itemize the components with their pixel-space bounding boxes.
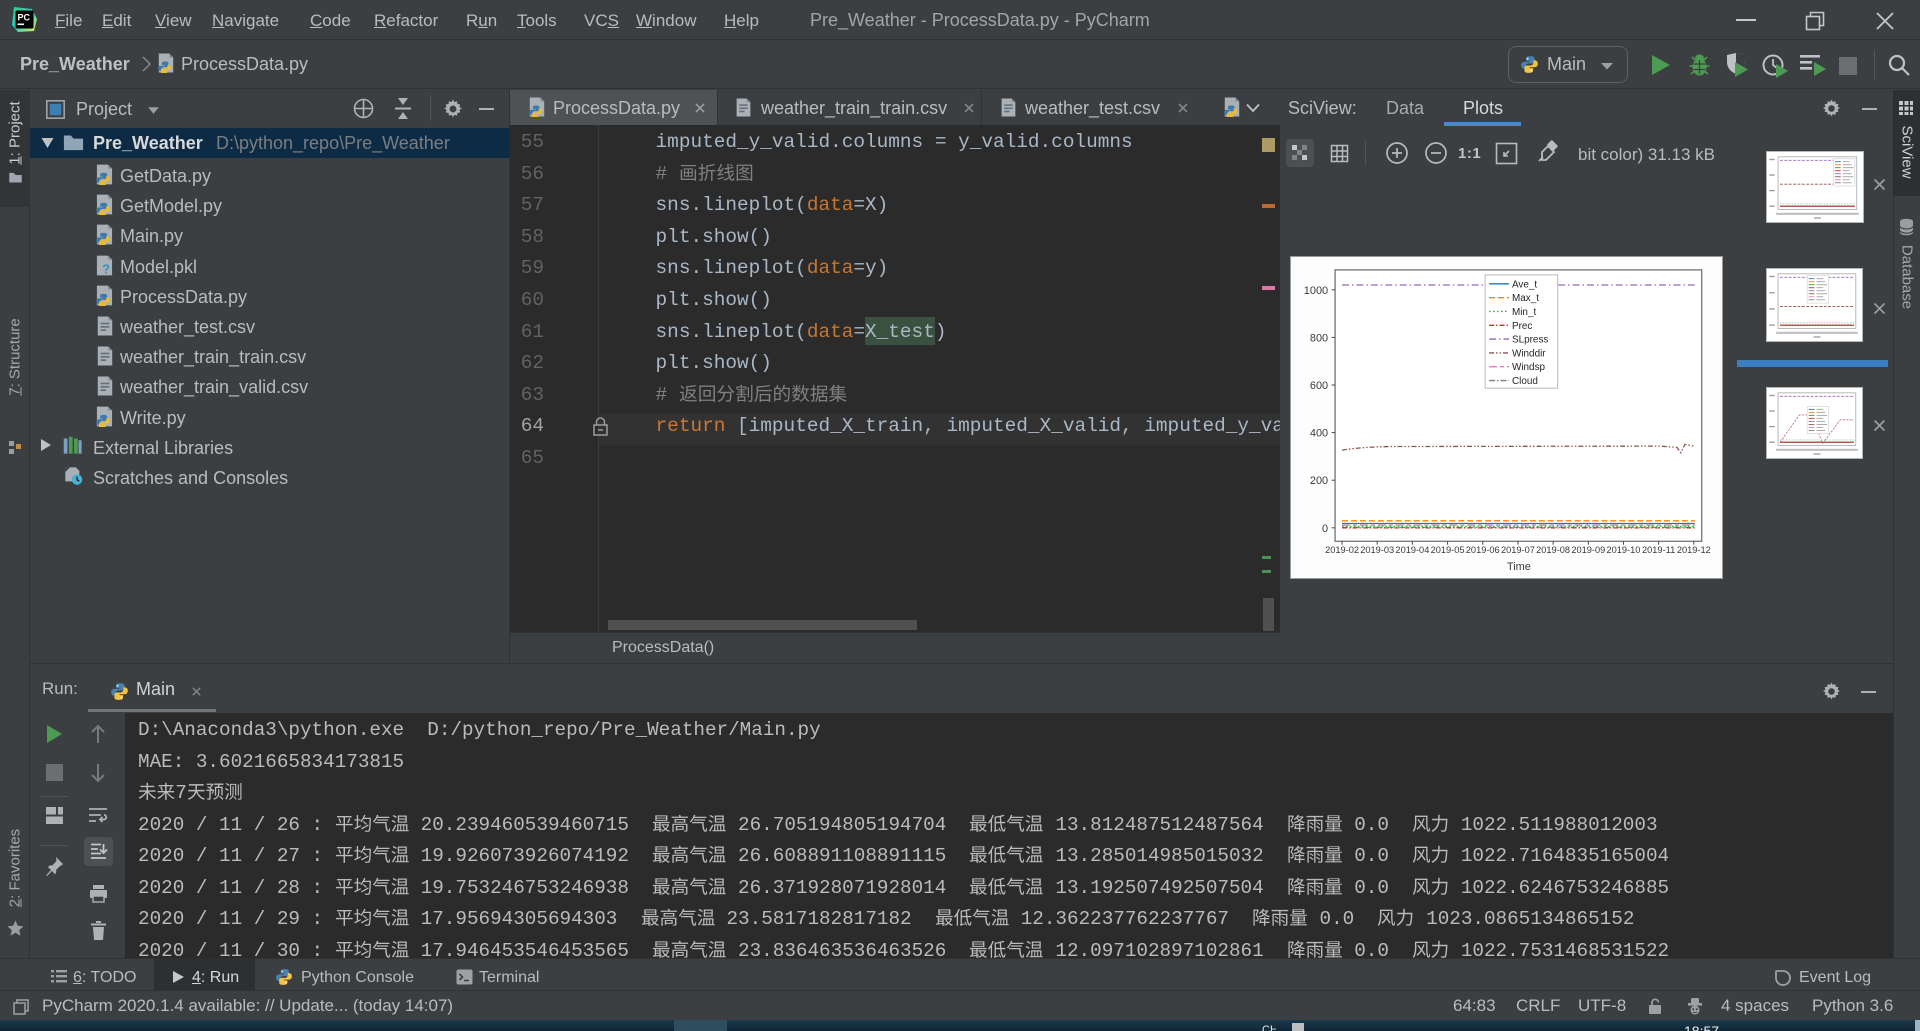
svg-text:2019-11: 2019-11 bbox=[1642, 545, 1675, 555]
svg-text:1000: 1000 bbox=[1304, 285, 1328, 297]
svg-text:Time: Time bbox=[1507, 561, 1531, 573]
svg-text:2019-07: 2019-07 bbox=[1501, 545, 1535, 555]
svg-text:PC: PC bbox=[18, 13, 31, 23]
svg-text:2019-03: 2019-03 bbox=[1360, 545, 1394, 555]
svg-text:Prec: Prec bbox=[1512, 321, 1532, 332]
svg-text:2019-12: 2019-12 bbox=[1677, 545, 1711, 555]
svg-text:2019-08: 2019-08 bbox=[1536, 545, 1570, 555]
svg-text:0: 0 bbox=[1322, 523, 1328, 535]
svg-text:Cloud: Cloud bbox=[1512, 376, 1538, 387]
svg-text:Winddir: Winddir bbox=[1512, 348, 1546, 359]
svg-text:200: 200 bbox=[1310, 475, 1328, 487]
svg-text:400: 400 bbox=[1310, 428, 1328, 440]
svg-text:Ave_t: Ave_t bbox=[1512, 279, 1537, 290]
svg-text:SLpress: SLpress bbox=[1512, 335, 1548, 346]
svg-text:Windsp: Windsp bbox=[1512, 362, 1546, 373]
svg-text:2019-04: 2019-04 bbox=[1395, 545, 1429, 555]
svg-text:Min_t: Min_t bbox=[1512, 307, 1537, 318]
svg-text:Max_t: Max_t bbox=[1512, 293, 1539, 304]
svg-text:2019-05: 2019-05 bbox=[1431, 545, 1465, 555]
svg-text:2019-10: 2019-10 bbox=[1607, 545, 1641, 555]
svg-text:2019-09: 2019-09 bbox=[1571, 545, 1605, 555]
svg-text:2019-02: 2019-02 bbox=[1325, 545, 1359, 555]
svg-text:800: 800 bbox=[1310, 332, 1328, 344]
svg-text:2019-06: 2019-06 bbox=[1466, 545, 1500, 555]
svg-text:?: ? bbox=[102, 262, 110, 276]
svg-text:600: 600 bbox=[1310, 380, 1328, 392]
